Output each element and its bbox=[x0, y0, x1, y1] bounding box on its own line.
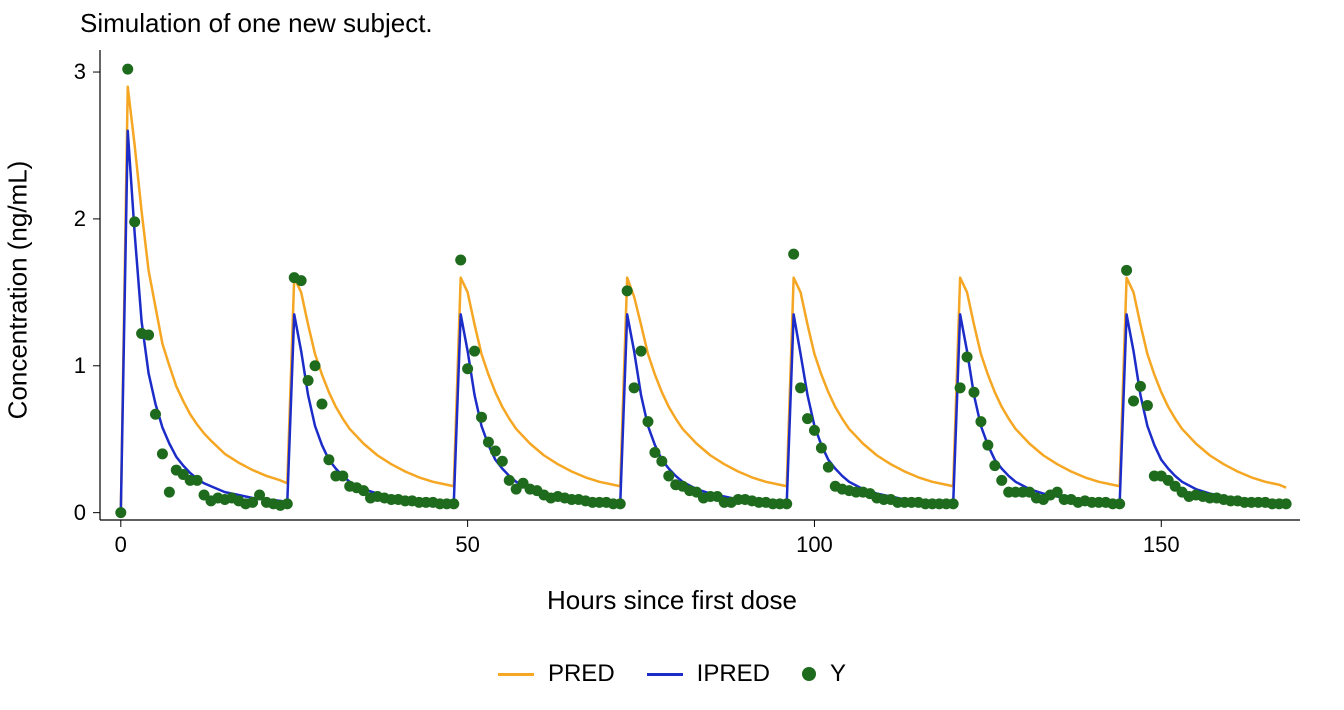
point-Y bbox=[337, 470, 348, 481]
point-Y bbox=[802, 413, 813, 424]
x-axis-label: Hours since first dose bbox=[547, 585, 797, 616]
legend-item-pred: PRED bbox=[498, 660, 615, 688]
point-Y bbox=[656, 456, 667, 467]
chart-svg bbox=[90, 40, 1310, 540]
x-tick-label: 0 bbox=[115, 532, 127, 558]
legend-swatch-y bbox=[802, 667, 816, 681]
point-Y bbox=[989, 460, 1000, 471]
point-Y bbox=[455, 255, 466, 266]
point-Y bbox=[316, 398, 327, 409]
point-Y bbox=[462, 363, 473, 374]
legend-label-ipred: IPRED bbox=[697, 660, 770, 688]
point-Y bbox=[996, 475, 1007, 486]
point-Y bbox=[497, 456, 508, 467]
point-Y bbox=[192, 475, 203, 486]
x-tick-label: 100 bbox=[796, 532, 833, 558]
point-Y bbox=[948, 498, 959, 509]
y-tick-label: 1 bbox=[74, 353, 86, 379]
legend-label-y: Y bbox=[830, 660, 846, 688]
point-Y bbox=[788, 249, 799, 260]
point-Y bbox=[816, 443, 827, 454]
point-Y bbox=[1281, 498, 1292, 509]
point-Y bbox=[649, 447, 660, 458]
point-Y bbox=[296, 275, 307, 286]
figure: Simulation of one new subject. Concentra… bbox=[0, 0, 1344, 710]
point-Y bbox=[982, 440, 993, 451]
legend-swatch-pred bbox=[498, 673, 534, 676]
point-Y bbox=[323, 454, 334, 465]
y-tick-label: 0 bbox=[74, 500, 86, 526]
point-Y bbox=[622, 285, 633, 296]
legend-item-ipred: IPRED bbox=[647, 660, 770, 688]
series-IPRED bbox=[121, 131, 1286, 513]
point-Y bbox=[642, 416, 653, 427]
point-Y bbox=[476, 412, 487, 423]
point-Y bbox=[1128, 396, 1139, 407]
point-Y bbox=[310, 360, 321, 371]
series-PRED bbox=[121, 87, 1286, 513]
point-Y bbox=[823, 462, 834, 473]
point-Y bbox=[115, 507, 126, 518]
point-Y bbox=[157, 448, 168, 459]
x-tick-label: 50 bbox=[455, 532, 479, 558]
point-Y bbox=[975, 416, 986, 427]
point-Y bbox=[448, 498, 459, 509]
y-tick-label: 2 bbox=[74, 206, 86, 232]
point-Y bbox=[629, 382, 640, 393]
point-Y bbox=[303, 375, 314, 386]
point-Y bbox=[663, 470, 674, 481]
point-Y bbox=[781, 498, 792, 509]
point-Y bbox=[795, 382, 806, 393]
x-tick-label: 150 bbox=[1143, 532, 1180, 558]
point-Y bbox=[469, 346, 480, 357]
legend-label-pred: PRED bbox=[548, 660, 615, 688]
point-Y bbox=[483, 437, 494, 448]
legend-item-y: Y bbox=[802, 660, 846, 688]
point-Y bbox=[636, 346, 647, 357]
point-Y bbox=[809, 425, 820, 436]
point-Y bbox=[955, 382, 966, 393]
point-Y bbox=[615, 498, 626, 509]
point-Y bbox=[122, 64, 133, 75]
legend-swatch-ipred bbox=[647, 673, 683, 676]
chart-title: Simulation of one new subject. bbox=[80, 8, 433, 39]
point-Y bbox=[282, 498, 293, 509]
point-Y bbox=[129, 216, 140, 227]
point-Y bbox=[1135, 381, 1146, 392]
point-Y bbox=[504, 475, 515, 486]
point-Y bbox=[150, 409, 161, 420]
point-Y bbox=[962, 351, 973, 362]
point-Y bbox=[968, 387, 979, 398]
point-Y bbox=[1142, 400, 1153, 411]
point-Y bbox=[164, 487, 175, 498]
plot-area bbox=[90, 40, 1310, 540]
legend: PRED IPRED Y bbox=[0, 660, 1344, 688]
y-tick-label: 3 bbox=[74, 59, 86, 85]
point-Y bbox=[1121, 265, 1132, 276]
point-Y bbox=[143, 329, 154, 340]
y-axis-label: Concentration (ng/mL) bbox=[3, 161, 34, 420]
point-Y bbox=[1114, 498, 1125, 509]
point-Y bbox=[490, 445, 501, 456]
